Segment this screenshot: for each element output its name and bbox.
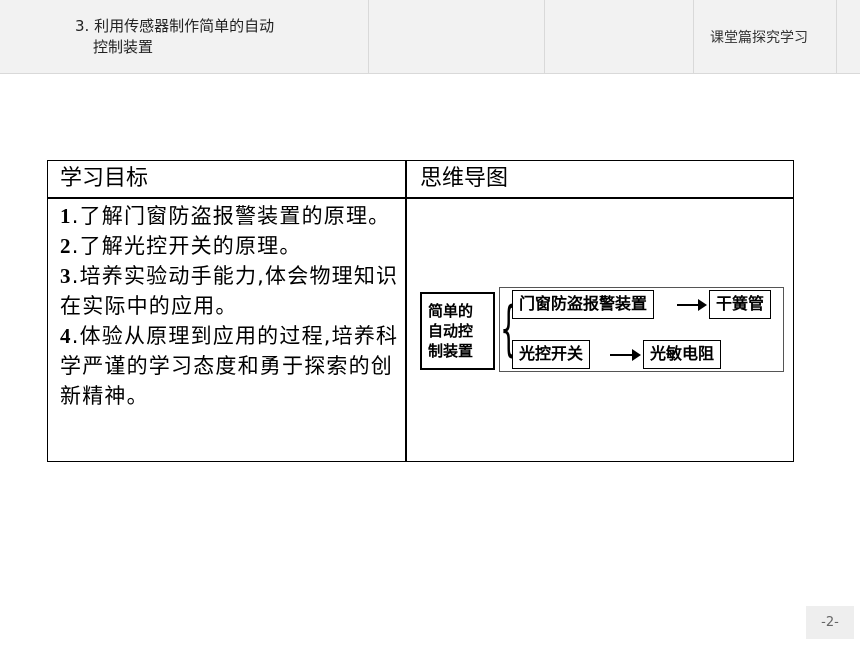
root-line-3: 制装置 xyxy=(428,342,474,360)
mind-map: 简单的 自动控 制装置 { 门窗防盗报警装置 干簧管 光控开关 光敏电阻 xyxy=(420,287,784,375)
goal-number: 3 xyxy=(60,264,72,288)
section-label: 课堂篇探究学习 xyxy=(710,30,808,46)
column-header-mindmap: 思维导图 xyxy=(420,166,509,191)
header-bar: 3. 利用传感器制作简单的自动 控制装置 课堂篇探究学习 xyxy=(0,0,860,74)
column-header-goals: 学习目标 xyxy=(60,166,149,191)
root-line-2: 自动控 xyxy=(428,322,474,340)
goal-text: .培养实验动手能力,体会物理知识在实际中的应用。 xyxy=(60,264,399,318)
chapter-title-line-1: 3. 利用传感器制作简单的自动 xyxy=(75,17,275,35)
table-column-divider xyxy=(405,161,407,461)
chapter-title: 3. 利用传感器制作简单的自动 控制装置 xyxy=(75,16,274,58)
goal-item-4: 4.体验从原理到应用的过程,培养科学严谨的学习态度和勇于探索的创新精神。 xyxy=(60,321,405,411)
learning-goals-list: 1.了解门窗防盗报警装置的原理。 2.了解光控开关的原理。 3.培养实验动手能力… xyxy=(60,201,405,411)
goal-text: .了解光控开关的原理。 xyxy=(71,234,302,258)
branch-light-switch: 光控开关 xyxy=(512,340,591,369)
node-photoresistor: 光敏电阻 xyxy=(643,340,722,369)
goal-number: 2 xyxy=(60,234,72,258)
goal-number: 4 xyxy=(60,324,72,348)
header-cell-blank-2 xyxy=(545,0,694,73)
chapter-title-line-2: 控制装置 xyxy=(93,38,154,56)
header-cell-blank-1 xyxy=(369,0,545,73)
goal-item-2: 2.了解光控开关的原理。 xyxy=(60,231,405,261)
arrow-icon xyxy=(610,349,641,361)
objectives-table: 学习目标 思维导图 1.了解门窗防盗报警装置的原理。 2.了解光控开关的原理。 … xyxy=(47,160,794,462)
goal-item-3: 3.培养实验动手能力,体会物理知识在实际中的应用。 xyxy=(60,261,405,321)
arrow-icon xyxy=(677,299,707,311)
table-header-divider xyxy=(48,197,793,199)
mind-map-root: 简单的 自动控 制装置 xyxy=(420,292,495,370)
goal-text: .了解门窗防盗报警装置的原理。 xyxy=(71,204,391,228)
goal-text: .体验从原理到应用的过程,培养科学严谨的学习态度和勇于探索的创新精神。 xyxy=(60,324,399,408)
goal-item-1: 1.了解门窗防盗报警装置的原理。 xyxy=(60,201,405,231)
page-number: -2- xyxy=(806,606,854,639)
root-line-1: 简单的 xyxy=(428,302,474,320)
branch-door-window-alarm: 门窗防盗报警装置 xyxy=(512,290,655,319)
goal-number: 1 xyxy=(60,204,72,228)
node-reed-switch: 干簧管 xyxy=(709,290,772,319)
